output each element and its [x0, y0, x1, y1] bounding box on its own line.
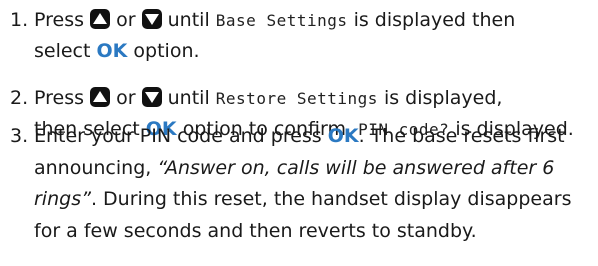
text: announcing,: [34, 156, 152, 179]
up-arrow-key-icon: [90, 87, 111, 107]
step-line: select OK option.: [34, 36, 590, 67]
ok-keyword: OK: [96, 40, 128, 62]
text: Enter your PIN code and press: [34, 125, 322, 147]
step-line: rings”. During this reset, the handset d…: [34, 184, 590, 216]
display-text: Restore Settings: [215, 89, 378, 108]
step-number: 2.: [10, 87, 29, 109]
text: is displayed then: [353, 9, 516, 31]
text: Press: [34, 87, 85, 109]
text: until: [167, 87, 210, 109]
step-line: Press or until Base Settings is displaye…: [34, 5, 590, 36]
step-1: 1. Press or until Base Settings is displ…: [10, 5, 590, 67]
text: option.: [133, 40, 200, 62]
step-line: for a few seconds and then reverts to st…: [34, 216, 590, 248]
text: is displayed,: [383, 87, 503, 109]
up-arrow-key-icon: [90, 9, 111, 29]
text: . During this reset, the handset display…: [90, 188, 572, 210]
quoted-announcement: “Answer on, calls will be answered after…: [157, 156, 555, 179]
step-number: 3.: [10, 125, 29, 147]
down-arrow-key-icon: [141, 9, 162, 29]
step-line: Enter your PIN code and press OK. The ba…: [34, 121, 590, 153]
ok-keyword: OK: [327, 125, 359, 147]
step-line: Press or until Restore Settings is displ…: [34, 83, 590, 114]
text: . The base resets first: [358, 125, 565, 147]
text: or: [116, 87, 136, 109]
text: for a few seconds and then reverts to st…: [34, 219, 477, 242]
text: Press: [34, 9, 85, 31]
text: until: [167, 9, 210, 31]
quoted-announcement: rings”: [34, 188, 91, 210]
text: select: [34, 40, 91, 62]
step-number: 1.: [10, 9, 29, 31]
down-arrow-key-icon: [141, 87, 162, 107]
display-text: Base Settings: [215, 11, 348, 30]
text: or: [116, 9, 136, 31]
step-line: announcing, “Answer on, calls will be an…: [34, 153, 590, 185]
step-3-real: 3. Enter your PIN code and press OK. The…: [10, 121, 590, 247]
